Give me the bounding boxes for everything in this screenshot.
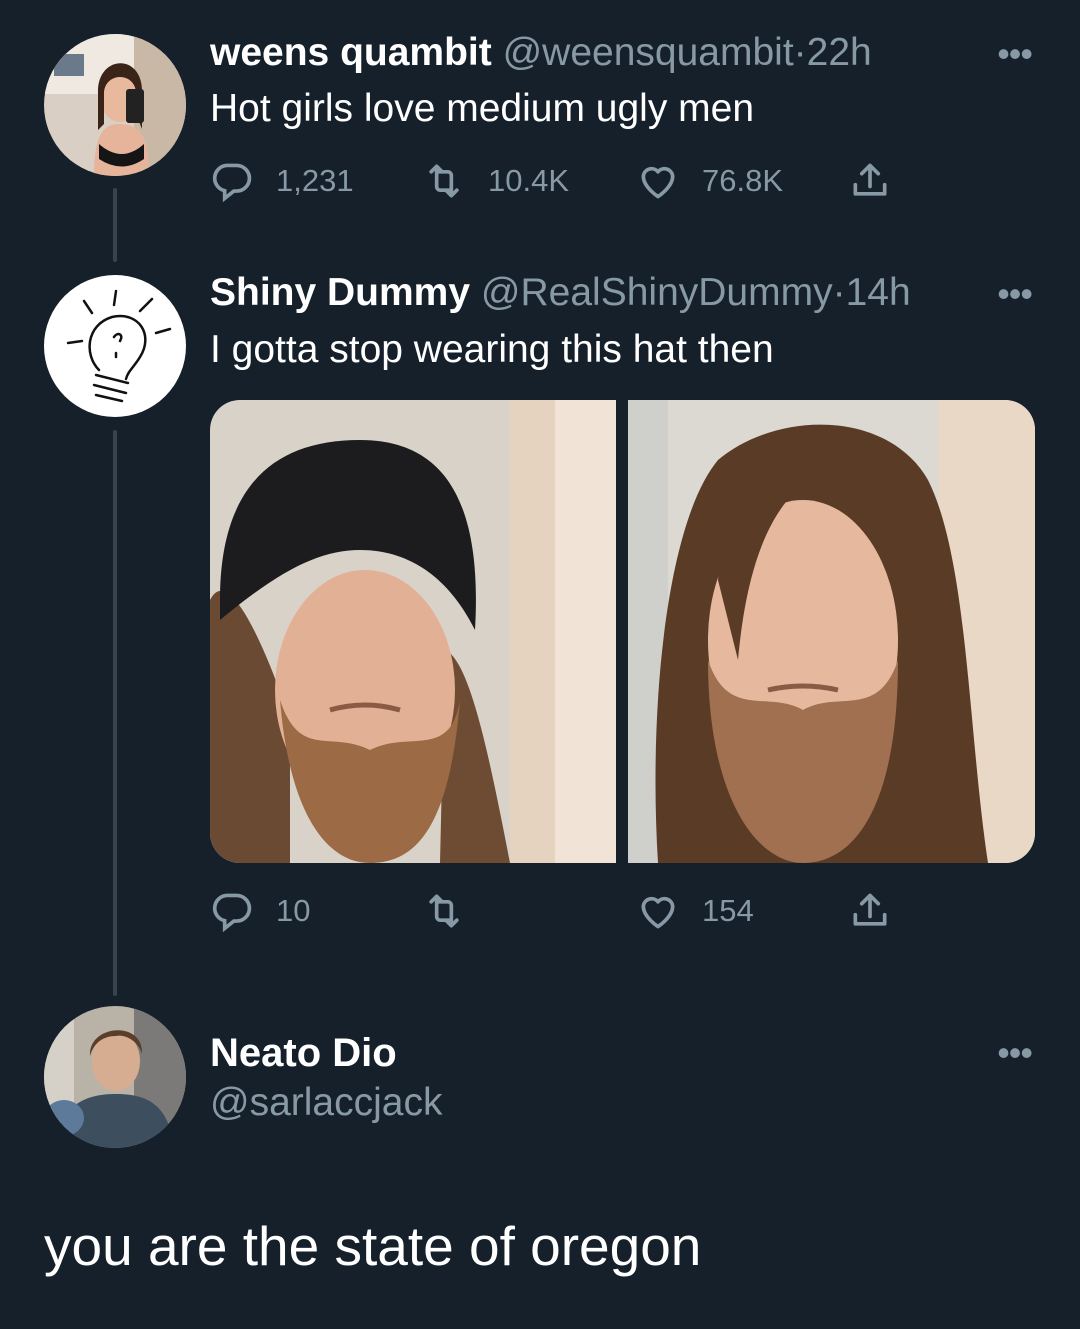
photo[interactable] [210,400,616,863]
tweet-header: weens quambit @weensquambit·22h [210,30,872,76]
reply-text: you are the state of oregon [44,1215,702,1277]
more-icon[interactable]: ••• [997,1035,1033,1071]
display-name[interactable]: Neato Dio [210,1030,397,1076]
like-count: 76.8K [702,163,784,198]
retweet-button[interactable] [422,886,488,936]
tweet-text: Hot girls love medium ugly men [210,87,755,130]
share-icon [853,893,887,926]
like-count: 154 [702,893,754,928]
reply-button[interactable]: 10 [210,886,310,936]
more-icon[interactable]: ••• [997,276,1033,312]
retweet-icon [429,894,459,928]
username[interactable]: @sarlaccjack [210,1080,442,1126]
thread-line [113,188,117,262]
username[interactable]: @RealShinyDummy [481,271,833,314]
tweet-text: I gotta stop wearing this hat then [210,328,774,371]
tweet-media[interactable] [210,400,1035,863]
retweet-icon [429,164,459,198]
separator: · [832,271,846,314]
display-name[interactable]: weens quambit [210,31,492,74]
avatar[interactable] [44,275,186,417]
username[interactable]: @weensquambit [503,31,794,74]
tweet-header: Shiny Dummy @RealShinyDummy·14h [210,270,911,316]
like-button[interactable]: 76.8K [636,156,783,206]
thread-line [113,430,117,996]
more-icon[interactable]: ••• [997,36,1033,72]
heart-icon [641,896,675,929]
like-button[interactable]: 154 [636,886,754,936]
avatar[interactable] [44,34,186,176]
reply-icon [212,163,252,203]
retweet-button[interactable]: 10.4K [422,156,569,206]
retweet-count: 10.4K [488,163,570,198]
share-button[interactable] [848,156,914,206]
reply-count: 10 [276,893,311,928]
photo[interactable] [628,400,1035,863]
separator: · [793,31,807,74]
tweet-actions: 10 154 [210,886,910,936]
timestamp[interactable]: 14h [846,271,911,314]
tweet-actions: 1,231 10.4K 76.8K [210,156,910,206]
share-icon [853,163,887,196]
avatar[interactable] [44,1006,186,1148]
timestamp[interactable]: 22h [807,31,872,74]
reply-button[interactable]: 1,231 [210,156,354,206]
share-button[interactable] [848,886,914,936]
display-name[interactable]: Shiny Dummy [210,271,470,314]
reply-count: 1,231 [276,163,354,198]
reply-icon [212,893,252,933]
heart-icon [641,166,675,199]
